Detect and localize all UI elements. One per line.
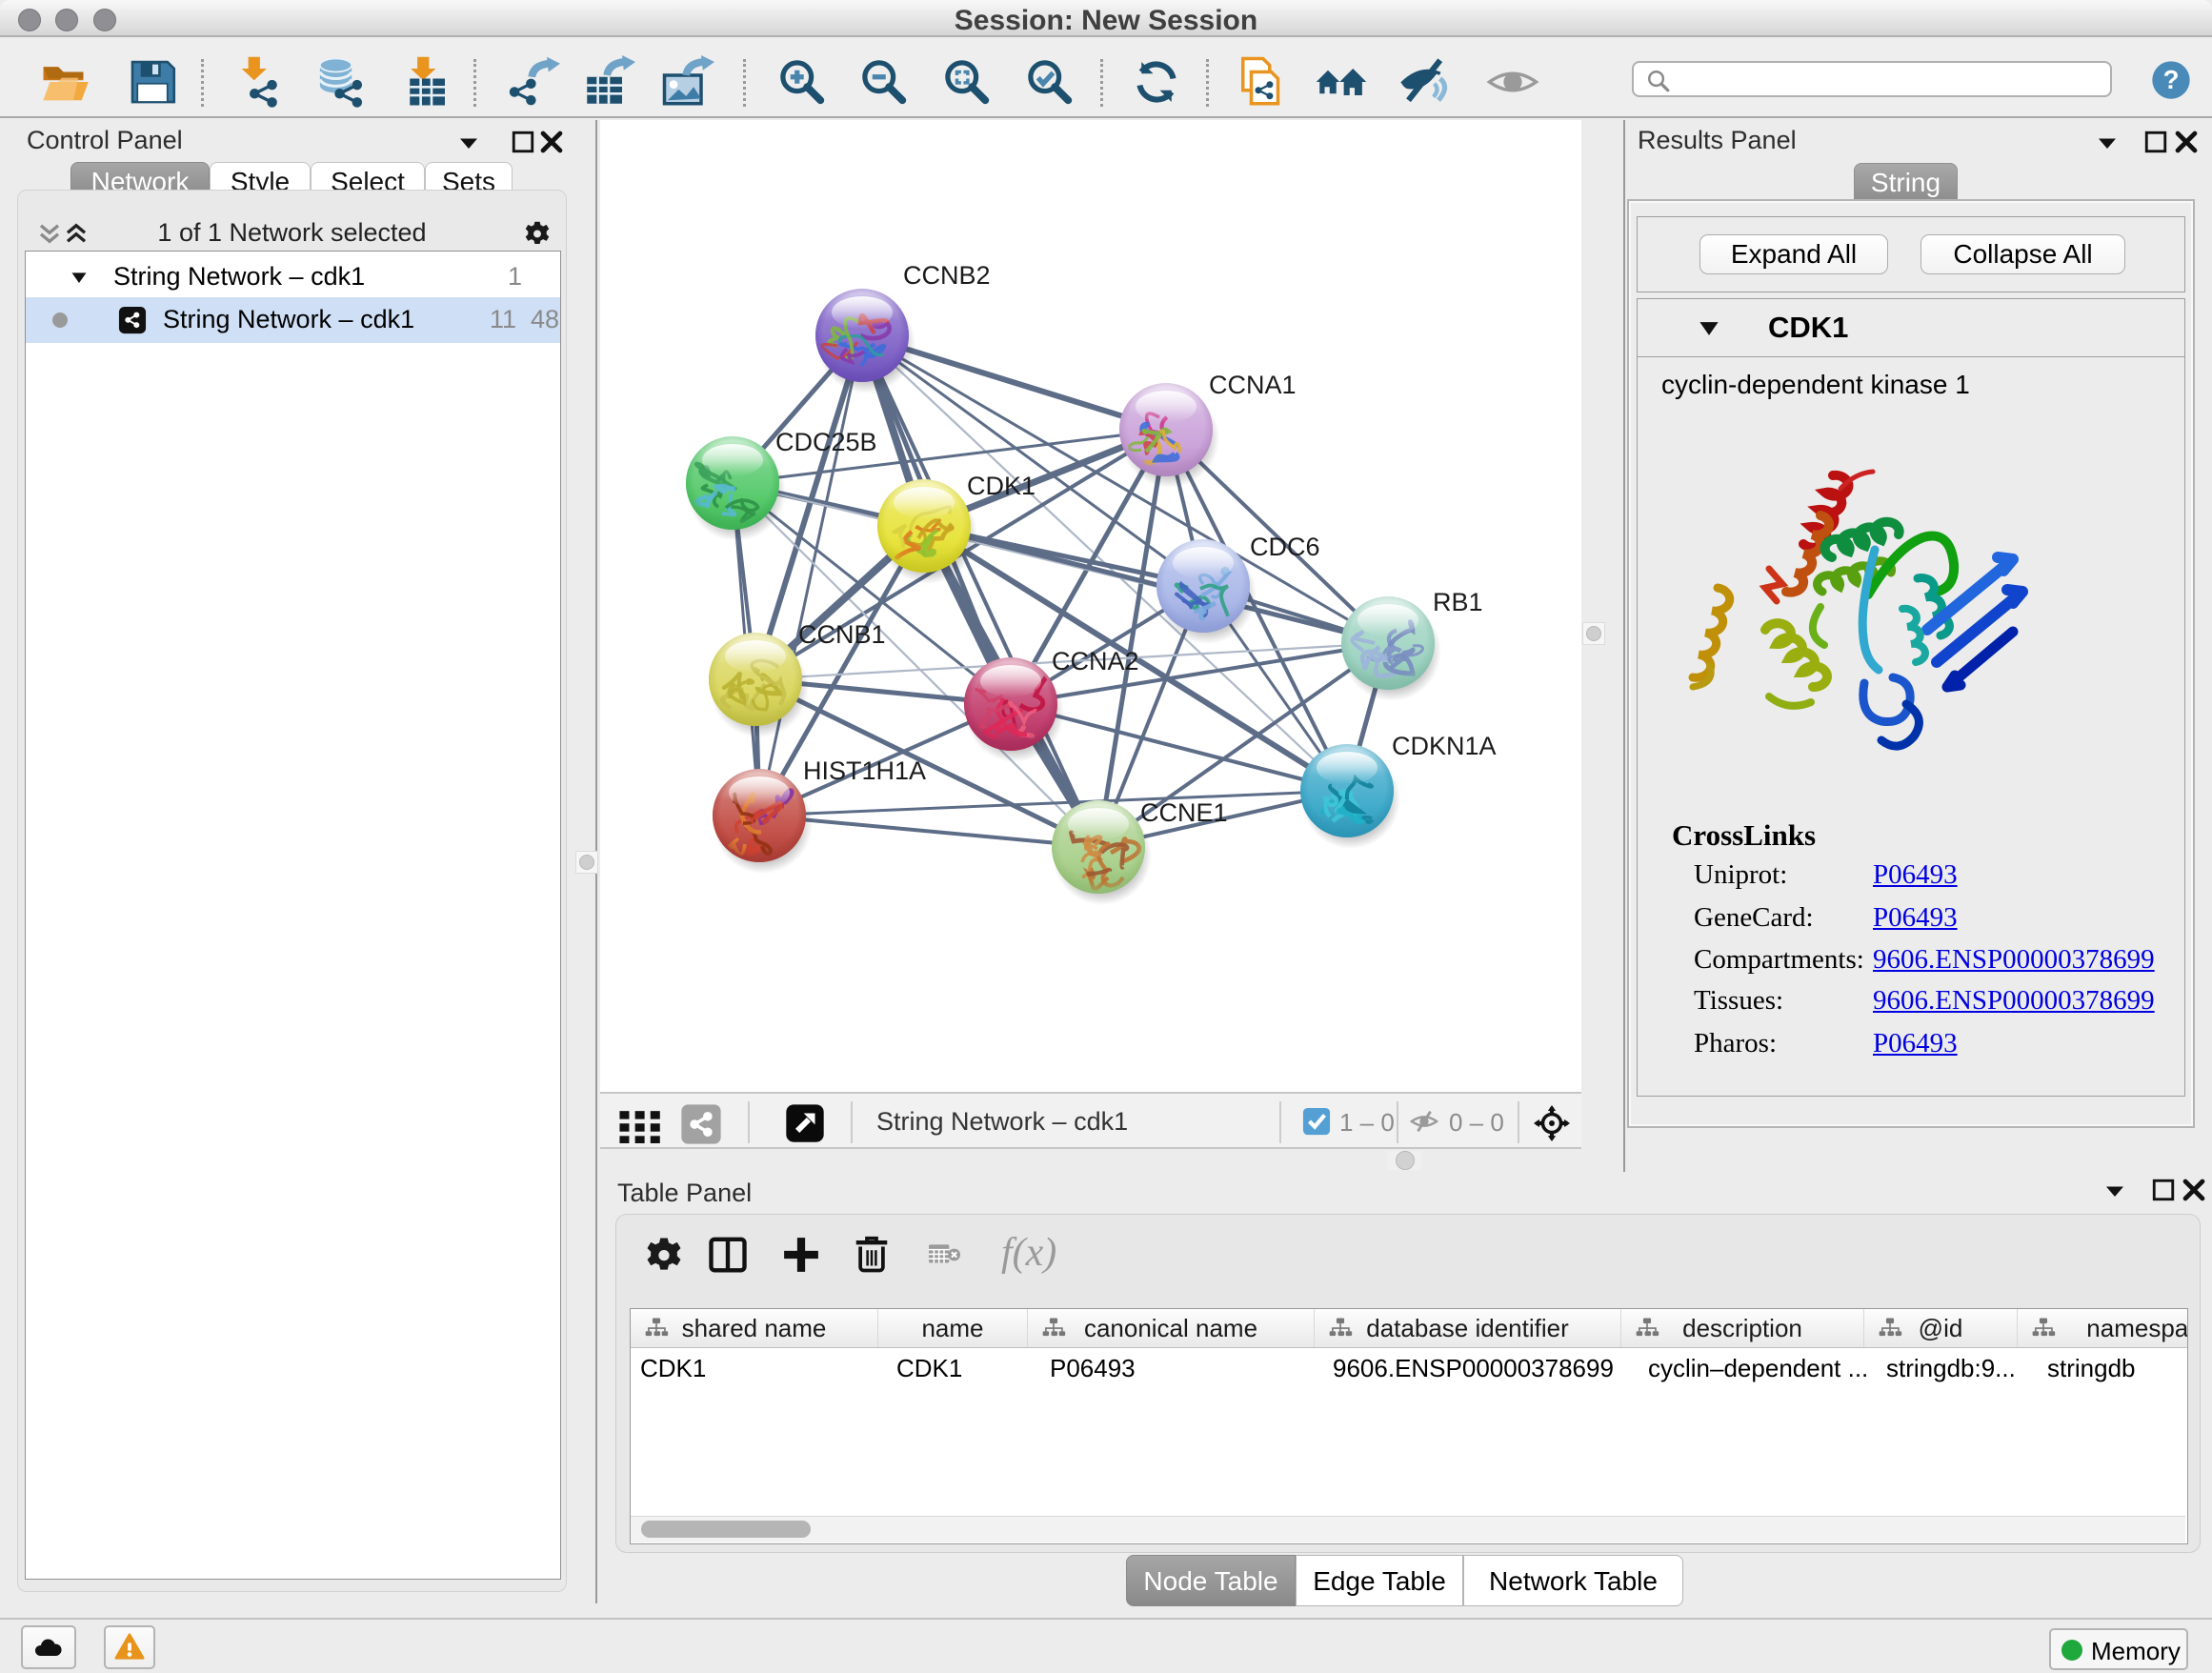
svg-text:CDK1: CDK1: [967, 472, 1036, 500]
svg-text:CCNA1: CCNA1: [1209, 371, 1297, 399]
svg-text:RB1: RB1: [1433, 588, 1483, 616]
svg-text:CDKN1A: CDKN1A: [1392, 732, 1497, 760]
svg-text:CCNB1: CCNB1: [798, 620, 886, 649]
svg-text:CCNE1: CCNE1: [1140, 798, 1228, 827]
svg-text:HIST1H1A: HIST1H1A: [803, 756, 926, 785]
svg-text:CDC6: CDC6: [1250, 533, 1320, 561]
svg-text:CCNA2: CCNA2: [1052, 647, 1139, 675]
svg-text:?: ?: [2163, 65, 2180, 94]
svg-text:CDC25B: CDC25B: [775, 428, 877, 456]
svg-text:CCNB2: CCNB2: [903, 261, 991, 290]
